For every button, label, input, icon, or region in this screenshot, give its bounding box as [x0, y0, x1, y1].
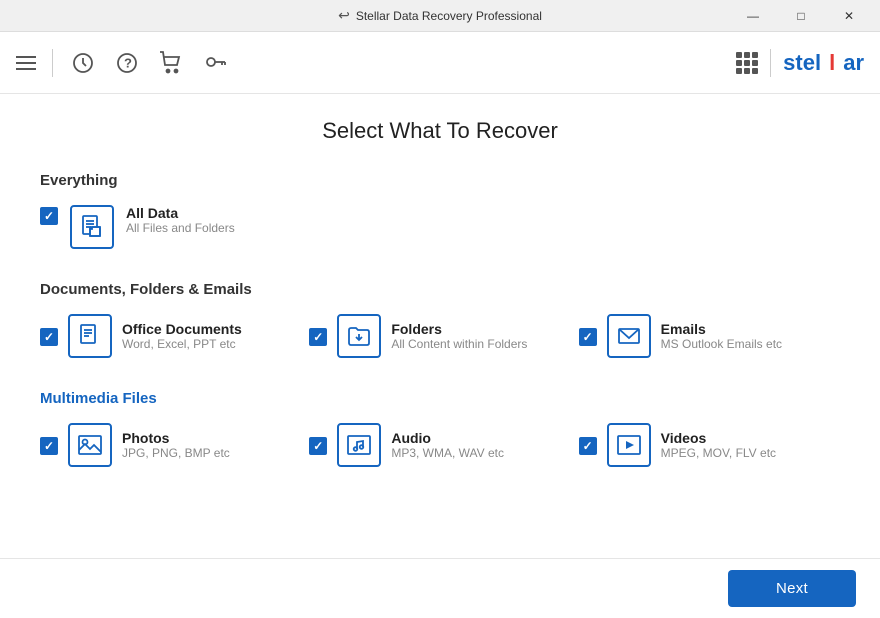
toolbar-right: stellar	[736, 49, 864, 77]
key-icon[interactable]	[201, 49, 229, 77]
folders-icon-box	[337, 314, 381, 358]
help-icon[interactable]: ?	[113, 49, 141, 77]
photos-checkbox[interactable]: ✓	[40, 437, 58, 455]
emails-desc: MS Outlook Emails etc	[661, 337, 782, 351]
alldata-checkbox[interactable]: ✓	[40, 207, 58, 225]
videos-option: ✓ Videos MPEG, MOV, FLV etc	[579, 423, 840, 467]
logo-divider	[770, 49, 771, 77]
emails-icon-box	[607, 314, 651, 358]
alldata-icon-box	[70, 205, 114, 249]
photos-text: Photos JPG, PNG, BMP etc	[122, 430, 230, 460]
folders-text: Folders All Content within Folders	[391, 321, 527, 351]
section-documents: Documents, Folders & Emails ✓ Office Doc…	[40, 281, 840, 358]
folders-checkbox[interactable]: ✓	[309, 328, 327, 346]
svg-text:?: ?	[124, 55, 132, 70]
alldata-option: ✓ All Data All Files and Folders	[40, 205, 840, 249]
office-docs-option: ✓ Office Documents Word, Excel, PPT etc	[40, 314, 301, 358]
folders-label: Folders	[391, 321, 527, 337]
close-button[interactable]: ✕	[826, 0, 872, 32]
window-title: ↩ Stellar Data Recovery Professional	[338, 7, 542, 24]
cart-icon[interactable]	[157, 49, 185, 77]
folders-desc: All Content within Folders	[391, 337, 527, 351]
title-bar: ↩ Stellar Data Recovery Professional — □…	[0, 0, 880, 32]
photos-label: Photos	[122, 430, 230, 446]
videos-icon-box	[607, 423, 651, 467]
emails-label: Emails	[661, 321, 782, 337]
photos-icon-box	[68, 423, 112, 467]
audio-text: Audio MP3, WMA, WAV etc	[391, 430, 504, 460]
page-title: Select What To Recover	[40, 118, 840, 144]
multimedia-grid: ✓ Photos JPG, PNG, BMP etc ✓	[40, 423, 840, 467]
office-docs-label: Office Documents	[122, 321, 242, 337]
audio-icon-box	[337, 423, 381, 467]
office-docs-text: Office Documents Word, Excel, PPT etc	[122, 321, 242, 351]
audio-checkbox[interactable]: ✓	[309, 437, 327, 455]
documents-grid: ✓ Office Documents Word, Excel, PPT etc	[40, 314, 840, 358]
maximize-button[interactable]: □	[778, 0, 824, 32]
section-everything-title: Everything	[40, 172, 840, 189]
audio-desc: MP3, WMA, WAV etc	[391, 446, 504, 460]
timer-icon[interactable]	[69, 49, 97, 77]
section-multimedia-title: Multimedia Files	[40, 390, 840, 407]
section-documents-title: Documents, Folders & Emails	[40, 281, 840, 298]
alldata-text: All Data All Files and Folders	[126, 205, 235, 235]
footer: Next	[0, 558, 880, 618]
alldata-desc: All Files and Folders	[126, 221, 235, 235]
toolbar: ? stellar	[0, 32, 880, 94]
section-multimedia: Multimedia Files ✓ Photos JPG, PNG, BMP …	[40, 390, 840, 467]
photos-desc: JPG, PNG, BMP etc	[122, 446, 230, 460]
main-content: Select What To Recover Everything ✓	[0, 94, 880, 558]
office-docs-desc: Word, Excel, PPT etc	[122, 337, 242, 351]
stellar-logo: stellar	[783, 50, 864, 76]
emails-text: Emails MS Outlook Emails etc	[661, 321, 782, 351]
videos-text: Videos MPEG, MOV, FLV etc	[661, 430, 776, 460]
office-docs-icon-box	[68, 314, 112, 358]
audio-option: ✓ Audio MP3, WMA, WAV etc	[309, 423, 570, 467]
window-controls: — □ ✕	[730, 0, 872, 32]
section-everything: Everything ✓ All Data All Files	[40, 172, 840, 249]
next-button[interactable]: Next	[728, 570, 856, 607]
back-icon: ↩	[338, 7, 350, 24]
audio-label: Audio	[391, 430, 504, 446]
toolbar-left: ?	[16, 49, 229, 77]
videos-desc: MPEG, MOV, FLV etc	[661, 446, 776, 460]
emails-checkbox[interactable]: ✓	[579, 328, 597, 346]
videos-checkbox[interactable]: ✓	[579, 437, 597, 455]
menu-icon[interactable]	[16, 56, 36, 70]
photos-option: ✓ Photos JPG, PNG, BMP etc	[40, 423, 301, 467]
minimize-button[interactable]: —	[730, 0, 776, 32]
alldata-label: All Data	[126, 205, 235, 221]
folders-option: ✓ Folders All Content within Folders	[309, 314, 570, 358]
toolbar-divider	[52, 49, 53, 77]
apps-grid-icon[interactable]	[736, 52, 758, 74]
office-docs-checkbox[interactable]: ✓	[40, 328, 58, 346]
videos-label: Videos	[661, 430, 776, 446]
emails-option: ✓ Emails MS Outlook Emails etc	[579, 314, 840, 358]
